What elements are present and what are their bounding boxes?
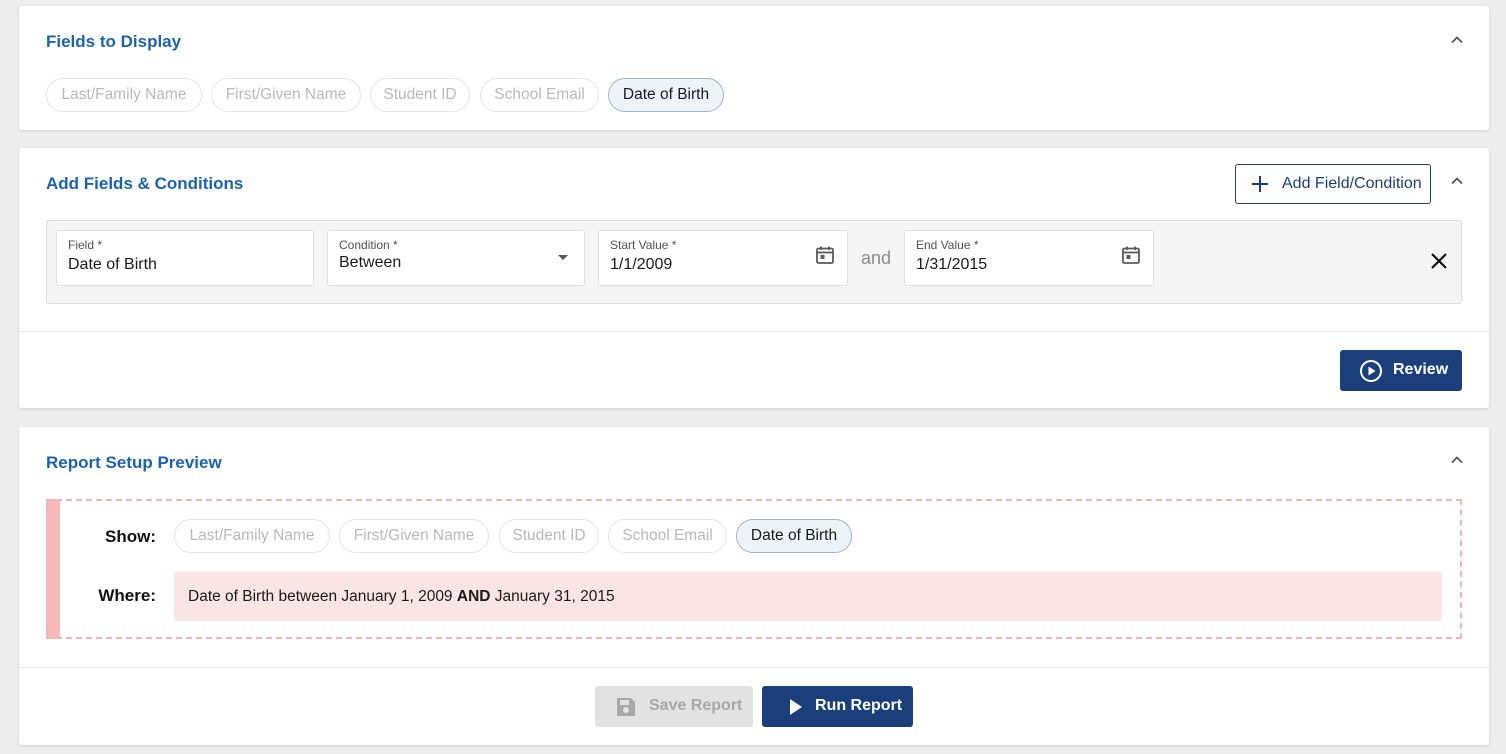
remove-condition-close-icon[interactable] xyxy=(1429,251,1449,271)
calendar-icon[interactable] xyxy=(815,245,835,265)
report-setup-preview-title: Report Setup Preview xyxy=(46,453,222,472)
condition-select[interactable]: Condition * Between xyxy=(327,230,585,286)
add-fields-conditions-card: Add Fields & Conditions Add Field/Condit… xyxy=(19,148,1489,408)
chip-school-email[interactable]: School Email xyxy=(480,78,599,112)
add-fields-conditions-title: Add Fields & Conditions xyxy=(46,174,244,193)
save-report-label: Save Report xyxy=(649,697,743,714)
run-report-button[interactable]: Run Report xyxy=(762,686,913,727)
chip-last-family-name[interactable]: Last/Family Name xyxy=(46,78,202,112)
preview-chip-date-of-birth: Date of Birth xyxy=(736,519,852,553)
field-value: Date of Birth xyxy=(68,256,157,273)
start-value-field[interactable]: Start Value * 1/1/2009 xyxy=(598,230,848,286)
play-circle-icon xyxy=(1360,360,1382,382)
where-between: between xyxy=(278,588,338,605)
collapse-chevron-icon[interactable] xyxy=(1449,173,1465,189)
chip-date-of-birth[interactable]: Date of Birth xyxy=(608,78,724,112)
plus-icon xyxy=(1252,176,1268,192)
end-value-field[interactable]: End Value * 1/31/2015 xyxy=(904,230,1154,286)
preview-chip-student-id: Student ID xyxy=(499,519,599,553)
divider xyxy=(19,331,1489,332)
preview-chip-first-given-name: First/Given Name xyxy=(339,519,489,553)
where-clause: Date of Birth between January 1, 2009 AN… xyxy=(174,572,1442,621)
chip-first-given-name[interactable]: First/Given Name xyxy=(211,78,361,112)
condition-value: Between xyxy=(339,254,402,271)
where-end: January 31, 2015 xyxy=(494,588,615,605)
report-preview-box: Show: Last/Family Name First/Given Name … xyxy=(46,499,1462,639)
add-field-condition-button[interactable]: Add Field/Condition xyxy=(1235,164,1431,204)
preview-chip-last-family-name: Last/Family Name xyxy=(174,519,330,553)
play-icon xyxy=(790,699,802,715)
fields-to-display-title: Fields to Display xyxy=(46,32,182,51)
divider xyxy=(19,667,1489,668)
where-start: January 1, 2009 xyxy=(341,588,453,605)
review-button[interactable]: Review xyxy=(1340,350,1462,391)
condition-row: Field * Date of Birth Condition * Betwee… xyxy=(46,220,1462,304)
run-report-label: Run Report xyxy=(815,697,903,714)
start-value: 1/1/2009 xyxy=(610,256,673,273)
condition-label: Condition * xyxy=(339,238,398,252)
report-setup-preview-card: Report Setup Preview Show: Last/Family N… xyxy=(19,427,1489,745)
collapse-chevron-icon[interactable] xyxy=(1449,32,1465,48)
save-disk-icon xyxy=(617,698,635,716)
and-connector: and xyxy=(861,248,892,268)
start-value-label: Start Value * xyxy=(610,238,677,252)
where-label: Where: xyxy=(98,586,156,605)
dropdown-caret-icon xyxy=(558,255,568,260)
end-value-label: End Value * xyxy=(916,238,979,252)
collapse-chevron-icon[interactable] xyxy=(1449,452,1465,468)
calendar-icon[interactable] xyxy=(1121,245,1141,265)
where-and: AND xyxy=(456,588,491,605)
preview-accent-bar xyxy=(46,499,60,639)
save-report-button[interactable]: Save Report xyxy=(595,686,753,727)
fields-to-display-card: Fields to Display Last/Family Name First… xyxy=(19,6,1489,130)
chip-student-id[interactable]: Student ID xyxy=(370,78,470,112)
end-value: 1/31/2015 xyxy=(916,256,988,273)
preview-chip-school-email: School Email xyxy=(608,519,727,553)
show-label: Show: xyxy=(105,527,156,546)
field-select[interactable]: Field * Date of Birth xyxy=(56,230,314,286)
field-label: Field * xyxy=(68,238,103,252)
add-field-condition-label: Add Field/Condition xyxy=(1282,175,1422,192)
review-label: Review xyxy=(1393,361,1449,378)
where-field: Date of Birth xyxy=(188,588,275,605)
